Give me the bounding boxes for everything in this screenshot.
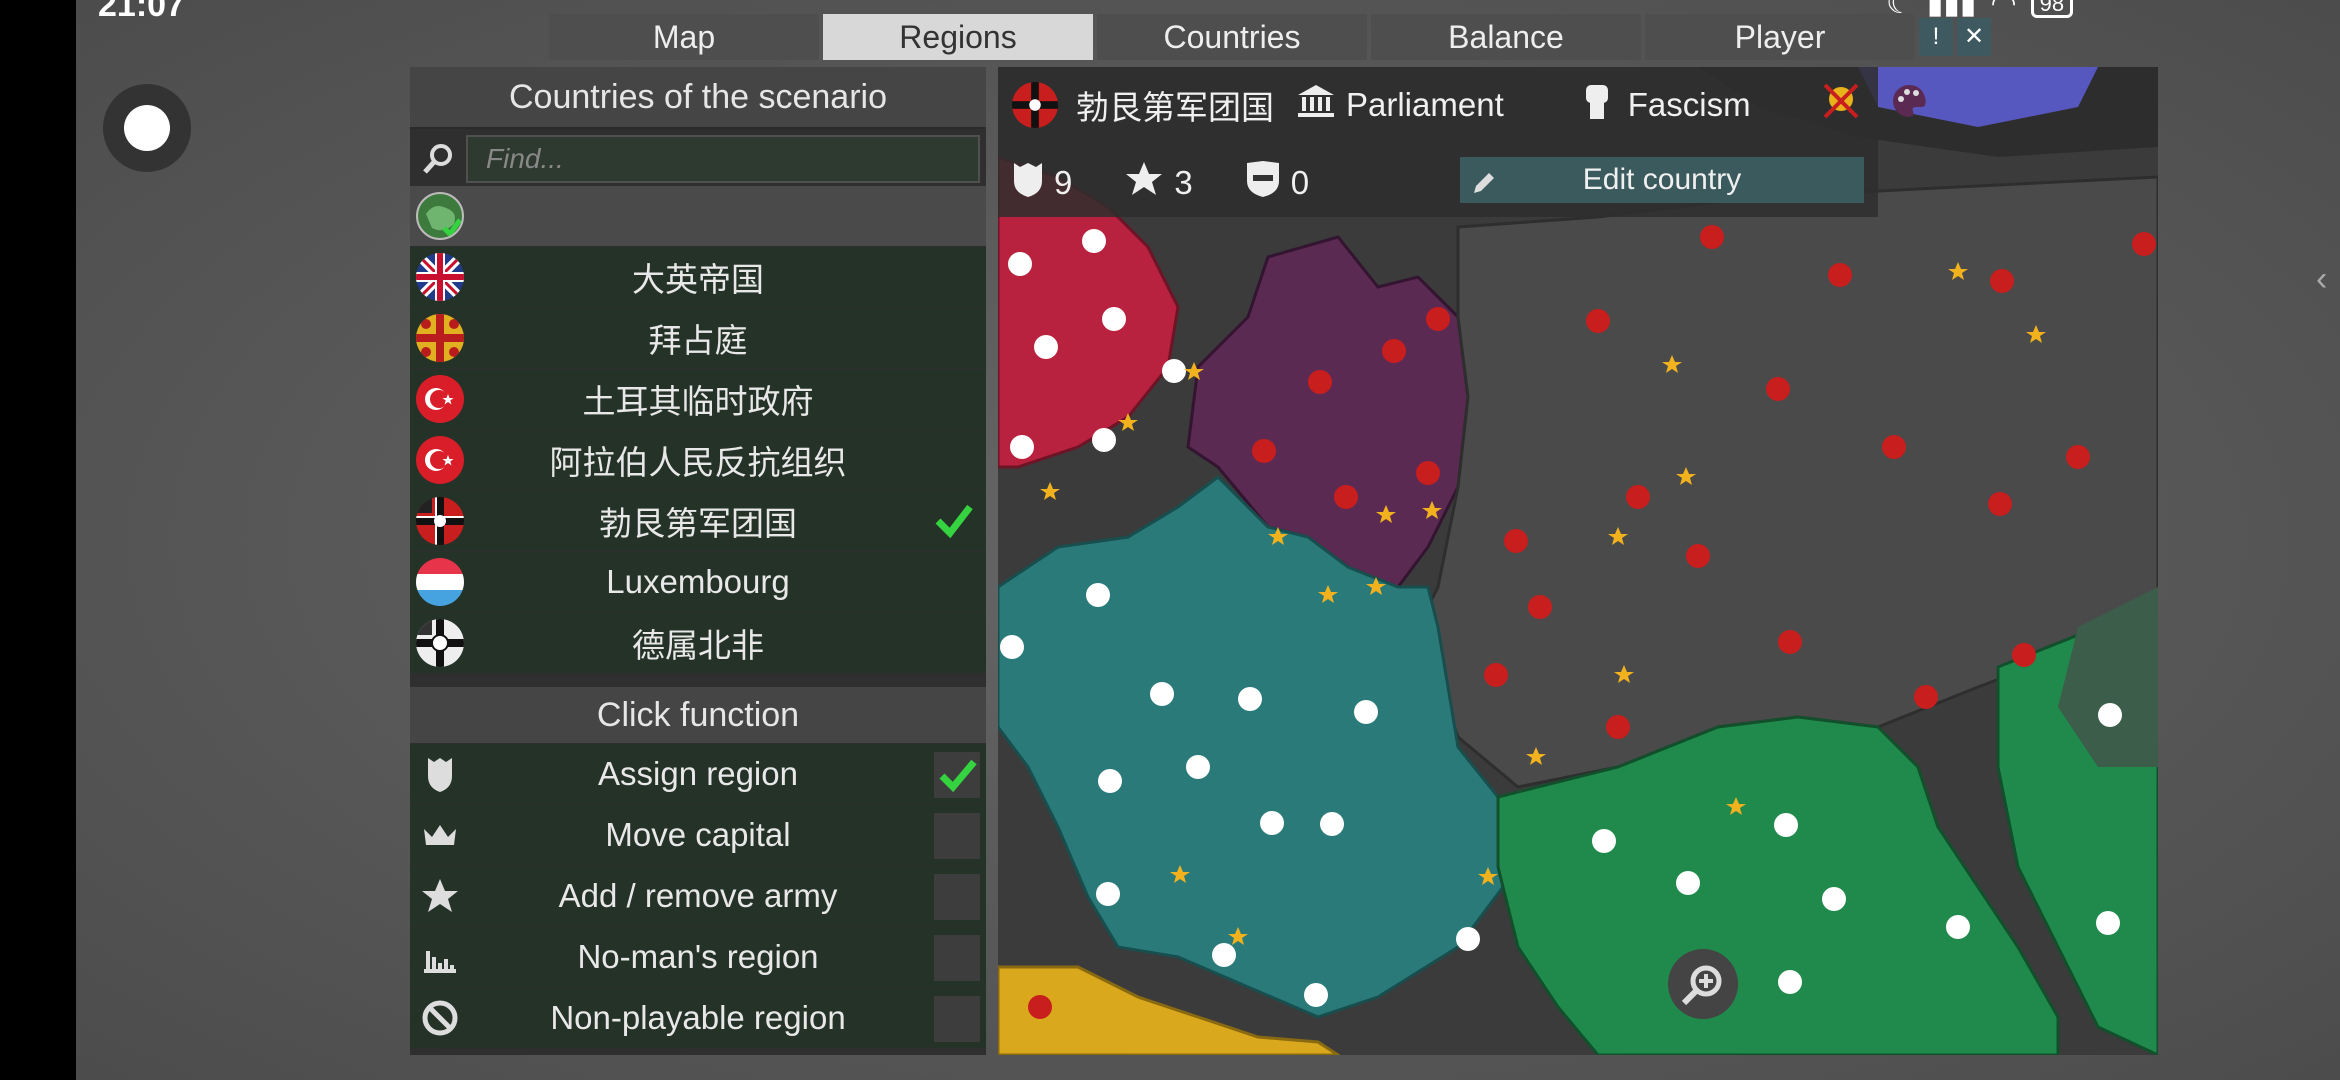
palette-icon[interactable] [1889,81,1929,129]
info-icon: ! [1932,23,1940,50]
defense-count: 0 [1290,164,1310,201]
floating-assist-button[interactable] [103,84,191,172]
tab-map[interactable]: Map [549,14,819,60]
country-name: 阿拉伯人民反抗组织 [549,444,847,481]
pencil-icon [1470,165,1498,211]
countries-panel: Countries of the scenario 大英帝国 拜占庭 [410,67,986,1055]
country-name: 德属北非 [632,627,764,664]
prohibit-icon [420,998,460,1038]
globe-icon [416,192,464,240]
parliament-icon [1296,83,1336,127]
add-remove-army-checkbox[interactable] [934,874,980,920]
german-war-ensign-icon [1012,82,1058,128]
status-clock: 21:07 [98,0,185,24]
function-row-add-remove-army[interactable]: Add / remove army [410,866,986,926]
back-chevron-icon: ‹ [2316,260,2328,298]
country-name: Luxembourg [606,563,790,600]
leader-icon[interactable] [1821,81,1861,129]
country-name: 大英帝国 [632,261,764,298]
government-type: Parliament [1346,86,1504,123]
function-row-non-playable-region[interactable]: Non-playable region [410,988,986,1048]
non-playable-region-checkbox[interactable] [934,996,980,1042]
assign-region-checkbox[interactable] [934,752,980,798]
tab-player[interactable]: Player [1645,14,1915,60]
star-icon [1124,159,1164,207]
info-button[interactable]: ! [1919,18,1953,56]
country-name: 拜占庭 [648,322,748,359]
country-row[interactable]: 阿拉伯人民反抗组织 [410,430,986,490]
ideology-label: Fascism [1627,86,1751,123]
defense-shield-icon [1245,159,1281,207]
zoom-in-icon [1681,965,1722,1006]
search-bar [410,133,986,185]
german-colonial-flag-icon [416,619,464,667]
country-row[interactable]: 拜占庭 [410,308,986,368]
country-row[interactable]: Luxembourg [410,552,986,612]
checkmark-icon [932,499,976,543]
app-screen: 21:07 ☾ ▮▮▮ ◠ 98 ‹ Map Regions Countries… [76,0,2340,1080]
battery-icon: 98 [2030,0,2074,18]
edge-gesture-icons: ‹ [2316,260,2327,299]
no-country-row[interactable] [410,186,986,246]
regions-count: 9 [1054,164,1073,201]
luxembourg-flag-icon [416,558,464,606]
close-icon: ✕ [1963,23,1985,50]
function-label: Move capital [605,816,791,853]
crown-icon [420,815,460,855]
tab-countries[interactable]: Countries [1097,14,1367,60]
map-view[interactable]: 勃艮第军团国 Parliament Fascism 9 3 0 Edit cou… [998,67,2158,1055]
tab-balance[interactable]: Balance [1371,14,1641,60]
click-function-title: Click function [410,687,986,743]
shield-icon [1012,159,1044,207]
function-row-move-capital[interactable]: Move capital [410,805,986,865]
star-icon [420,876,460,916]
turkey-flag-icon [416,436,464,484]
search-input[interactable] [466,135,980,183]
country-info-row: 勃艮第军团国 Parliament Fascism [1012,81,1929,129]
panel-title: Countries of the scenario [410,67,986,129]
wifi-icon: ◠ [1990,0,2017,20]
german-war-ensign-icon [416,497,464,545]
map-country-header: 勃艮第军团国 Parliament Fascism 9 3 0 Edit cou… [998,67,2158,217]
fist-icon [1580,81,1614,129]
move-capital-checkbox[interactable] [934,813,980,859]
tab-regions[interactable]: Regions [823,14,1093,60]
byzantine-flag-icon [416,314,464,362]
country-row[interactable]: 大英帝国 [410,247,986,307]
country-row[interactable]: 土耳其临时政府 [410,369,986,429]
function-row-no-mans-region[interactable]: No-man's region [410,927,986,987]
selected-country-name: 勃艮第军团国 [1076,89,1274,126]
country-name: 勃艮第军团国 [599,505,797,542]
shield-icon [420,754,460,794]
function-label: Assign region [598,755,798,792]
function-label: Add / remove army [558,877,838,914]
country-name: 土耳其临时政府 [582,383,814,420]
country-row-selected[interactable]: 勃艮第军团国 [410,491,986,551]
uk-flag-icon [416,253,464,301]
turkey-flag-icon [416,375,464,423]
function-row-assign-region[interactable]: Assign region [410,744,986,804]
close-button[interactable]: ✕ [1957,18,1991,56]
top-nav: Map Regions Countries Balance Player ! ✕ [549,14,1991,60]
no-mans-region-checkbox[interactable] [934,935,980,981]
country-stats-row: 9 3 0 [1012,159,1309,207]
edit-country-label: Edit country [1582,163,1742,196]
search-icon [410,133,466,185]
zoom-button[interactable] [1668,949,1738,1019]
armies-count: 3 [1174,164,1193,201]
function-label: No-man's region [577,938,819,975]
edit-country-button[interactable]: Edit country [1460,157,1864,203]
country-row[interactable]: 德属北非 [410,613,986,673]
function-label: Non-playable region [550,999,846,1036]
ruins-icon [420,937,460,977]
